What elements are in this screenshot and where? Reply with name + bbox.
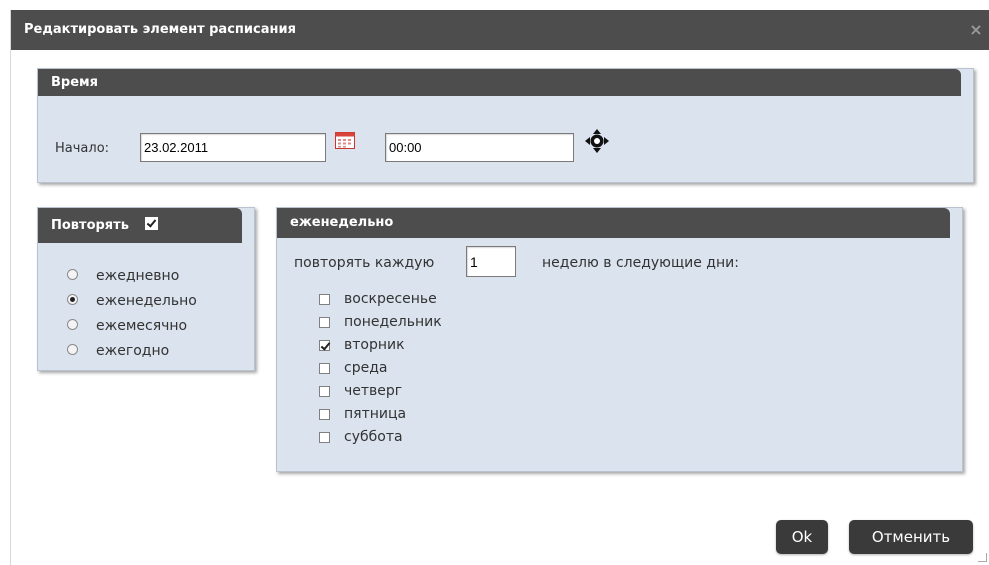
radio-button[interactable] [67, 319, 78, 330]
ok-button[interactable]: Ok [776, 520, 828, 554]
day-checkbox[interactable] [319, 363, 330, 374]
day-checkbox[interactable] [319, 432, 330, 443]
repeat-panel: Повторять ежедневно еженедельно ежемесяч… [37, 207, 255, 371]
dialog-titlebar[interactable]: Редактировать элемент расписания [11, 10, 989, 50]
edit-schedule-dialog: Редактировать элемент расписания × Время… [10, 10, 989, 565]
day-checkbox[interactable] [319, 340, 330, 351]
cancel-button[interactable]: Отменить [849, 520, 973, 554]
move-icon[interactable] [585, 129, 609, 153]
weekly-panel: еженедельно повторять каждую неделю в сл… [276, 207, 963, 472]
radio-button[interactable] [67, 269, 78, 280]
dialog-title: Редактировать элемент расписания [24, 22, 296, 37]
radio-button[interactable] [67, 294, 78, 305]
repeat-header-label: Повторять [51, 218, 129, 233]
day-checkbox[interactable] [319, 409, 330, 420]
start-date-input[interactable] [140, 133, 326, 162]
time-panel: Время Начало: [37, 68, 974, 183]
repeat-checkbox[interactable] [145, 217, 159, 230]
start-label: Начало: [55, 141, 110, 156]
repeat-panel-header: Повторять [38, 208, 242, 243]
time-panel-header: Время [38, 69, 961, 96]
day-checkbox[interactable] [319, 294, 330, 305]
day-checkbox[interactable] [319, 317, 330, 328]
radio-button[interactable] [67, 344, 78, 355]
weeks-label: неделю в следующие дни: [542, 255, 739, 271]
start-time-input[interactable] [385, 133, 574, 162]
calendar-icon[interactable] [335, 132, 355, 149]
close-icon[interactable]: × [966, 10, 986, 50]
resize-grip-icon[interactable] [978, 553, 987, 562]
repeat-every-input[interactable] [466, 246, 516, 277]
day-checkbox[interactable] [319, 386, 330, 397]
repeat-every-label: повторять каждую [294, 255, 435, 271]
weekly-panel-header: еженедельно [277, 208, 950, 238]
